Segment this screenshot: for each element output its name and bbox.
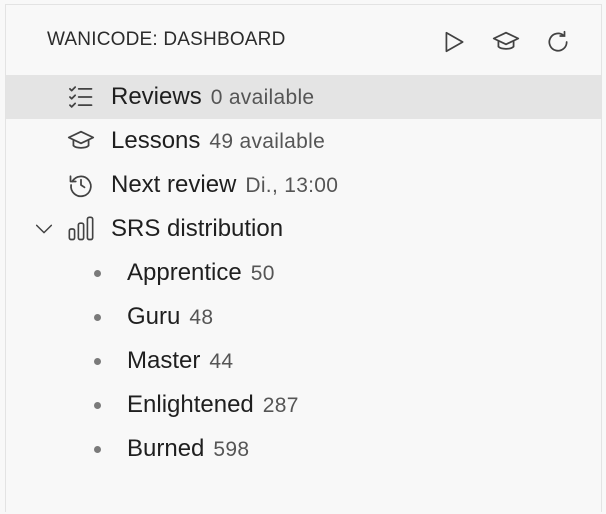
tree-item-label: Guru <box>127 303 181 330</box>
tree-item-label: Apprentice <box>127 259 242 286</box>
tree-item-description: 0 available <box>210 86 315 109</box>
bullet-icon <box>94 314 101 321</box>
history-icon <box>69 175 92 198</box>
panel-header: WANICODE: DASHBOARD <box>6 5 601 75</box>
tree-item-count: 50 <box>250 262 275 285</box>
tree-item-label: Lessons <box>111 127 201 154</box>
tree-item-reviews[interactable]: Reviews 0 available <box>6 75 601 119</box>
header-actions <box>437 26 575 58</box>
dashboard-panel: WANICODE: DASHBOARD Reviews 0 available … <box>5 4 602 512</box>
checklist-icon <box>69 86 93 108</box>
tree-item-description: Di., 13:00 <box>245 174 339 197</box>
tree-item-count: 48 <box>189 306 214 329</box>
play-icon <box>445 31 464 53</box>
tree-item-srs-guru[interactable]: Guru 48 <box>6 295 601 339</box>
tree-item-label: Reviews <box>111 83 202 110</box>
panel-title: WANICODE: DASHBOARD <box>47 29 286 50</box>
refresh-icon <box>548 30 568 52</box>
tree-item-count: 287 <box>262 394 299 417</box>
tree-item-label: Master <box>127 347 201 374</box>
bullet-icon <box>94 358 101 365</box>
chevron-down-icon[interactable] <box>33 218 55 240</box>
tree-item-label: Burned <box>127 435 205 462</box>
tree-item-srs-burned[interactable]: Burned 598 <box>6 427 601 471</box>
tree-item-label: Next review <box>111 171 237 198</box>
tree-item-srs-distribution[interactable]: SRS distribution <box>6 207 601 251</box>
start-reviews-button[interactable] <box>437 26 471 58</box>
bar-chart-icon <box>68 216 94 241</box>
bullet-icon <box>94 446 101 453</box>
tree-item-srs-apprentice[interactable]: Apprentice 50 <box>6 251 601 295</box>
tree-item-label: Enlightened <box>127 391 254 418</box>
tree-item-lessons[interactable]: Lessons 49 available <box>6 119 601 163</box>
mortarboard-icon <box>67 130 95 149</box>
tree-item-next-review[interactable]: Next review Di., 13:00 <box>6 163 601 207</box>
bullet-icon <box>94 270 101 277</box>
tree-item-count: 598 <box>213 438 250 461</box>
tree-item-count: 44 <box>209 350 234 373</box>
tree-item-srs-enlightened[interactable]: Enlightened 287 <box>6 383 601 427</box>
tree-item-srs-master[interactable]: Master 44 <box>6 339 601 383</box>
refresh-button[interactable] <box>541 26 575 58</box>
tree-item-description: 49 available <box>209 130 326 153</box>
mortarboard-icon <box>492 31 520 50</box>
bullet-icon <box>94 402 101 409</box>
start-lessons-button[interactable] <box>489 26 523 58</box>
tree-item-label: SRS distribution <box>111 215 284 242</box>
dashboard-tree: Reviews 0 available Lessons 49 available N… <box>6 75 601 471</box>
